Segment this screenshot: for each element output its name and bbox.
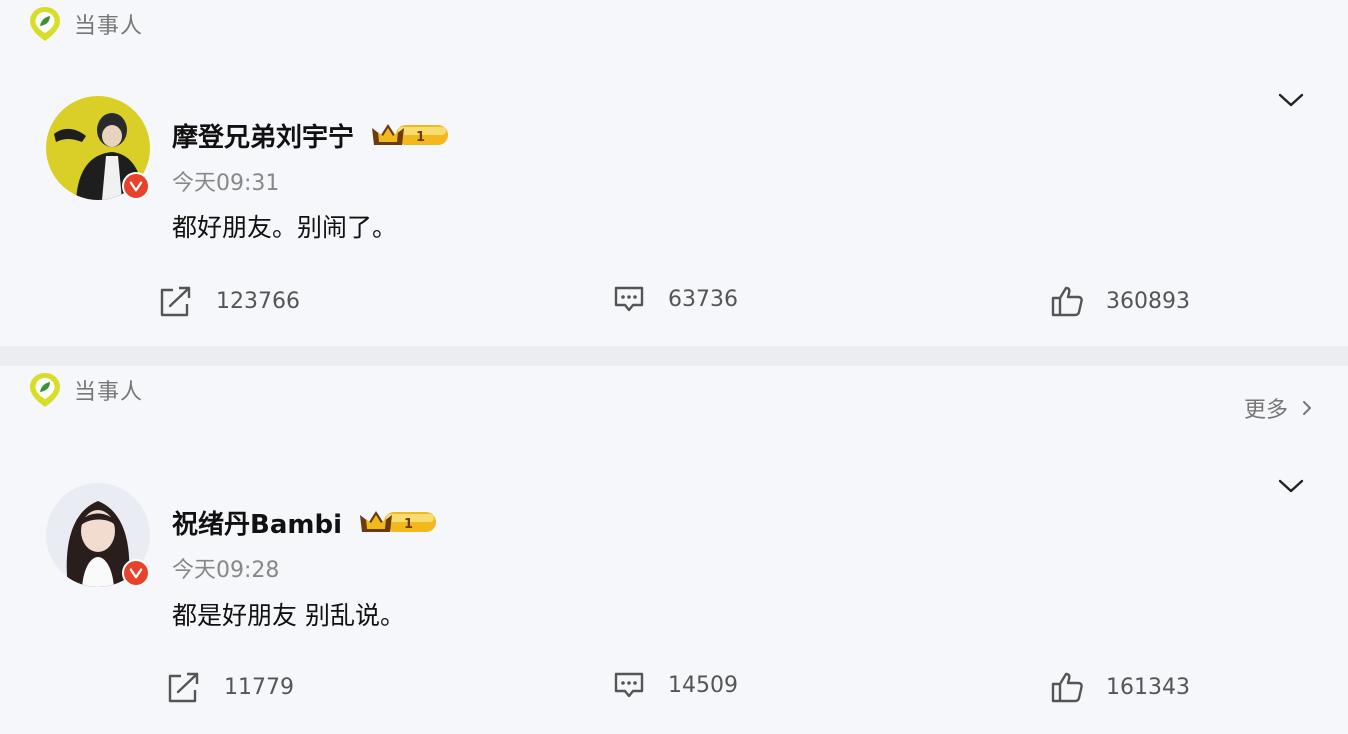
comment-count: 63736 — [668, 286, 738, 312]
comment-button[interactable]: 63736 — [612, 284, 738, 314]
comment-icon — [614, 286, 644, 312]
repost-button[interactable]: 123766 — [158, 284, 300, 318]
avatar-container — [46, 96, 150, 200]
verified-badge-icon — [122, 172, 150, 200]
location-pin-icon — [30, 7, 60, 41]
like-count: 161343 — [1106, 674, 1190, 700]
post-card: 当事人 摩登兄弟刘宇宁 1 今天09:31 都好朋友。别闹了。 123766 6… — [0, 0, 1348, 346]
tag-label: 当事人 — [74, 380, 144, 405]
verified-badge-icon — [122, 559, 150, 587]
like-count: 360893 — [1106, 288, 1190, 314]
post-time: 今天09:31 — [172, 171, 280, 196]
badge-level: 1 — [404, 517, 413, 532]
post-text: 都是好朋友 别乱说。 — [172, 601, 405, 630]
tag-label: 当事人 — [74, 14, 144, 39]
crown-badge-icon: 1 — [359, 511, 436, 532]
chevron-right-icon — [1303, 401, 1311, 415]
location-pin-icon — [30, 373, 60, 407]
repost-count: 11779 — [224, 674, 294, 700]
repost-button[interactable]: 11779 — [166, 670, 294, 704]
username[interactable]: 祝绪丹Bambi — [172, 504, 342, 541]
badge-level: 1 — [416, 130, 425, 145]
more-link[interactable]: 更多 — [1244, 392, 1314, 424]
thumbs-up-icon — [1051, 672, 1083, 703]
more-label: 更多 — [1243, 398, 1288, 423]
comment-button[interactable]: 14509 — [612, 670, 738, 700]
comment-icon — [614, 672, 644, 698]
post-time: 今天09:28 — [172, 558, 280, 583]
user-name-row: 摩登兄弟刘宇宁 1 — [172, 115, 450, 155]
post-tag: 当事人 — [28, 372, 143, 408]
avatar-container — [46, 483, 150, 587]
post-card: 当事人 更多 祝绪丹Bambi 1 今天09:28 都是好朋友 别乱说。 117… — [0, 366, 1348, 734]
like-button[interactable]: 360893 — [1050, 284, 1190, 318]
chevron-down-icon[interactable] — [1276, 476, 1306, 496]
repost-count: 123766 — [216, 288, 300, 314]
post-text: 都好朋友。别闹了。 — [172, 213, 398, 242]
repost-icon — [168, 672, 199, 703]
comment-count: 14509 — [668, 672, 738, 698]
thumbs-up-icon — [1051, 286, 1083, 317]
like-button[interactable]: 161343 — [1050, 670, 1190, 704]
chevron-down-icon[interactable] — [1276, 90, 1306, 110]
crown-badge-icon: 1 — [372, 124, 449, 145]
username[interactable]: 摩登兄弟刘宇宁 — [172, 117, 354, 154]
user-name-row: 祝绪丹Bambi 1 — [172, 502, 438, 542]
post-tag: 当事人 — [28, 6, 143, 42]
repost-icon — [160, 286, 191, 317]
